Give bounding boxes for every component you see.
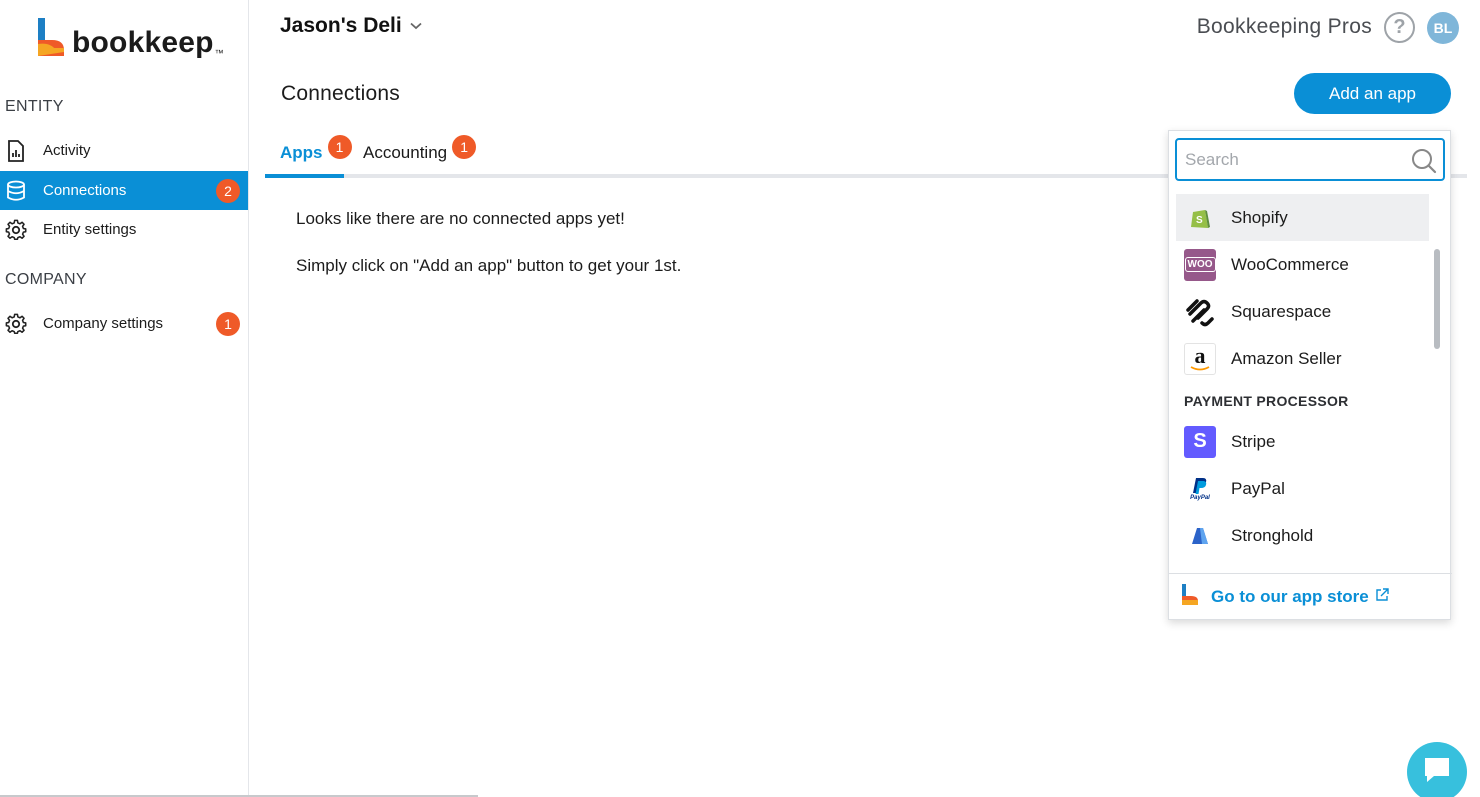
paypal-icon-text: PayPal [1190, 494, 1210, 501]
company-settings-badge: 1 [216, 312, 240, 336]
app-name: Shopify [1231, 207, 1288, 227]
amazon-icon: a [1184, 342, 1216, 375]
payment-processor-group-label: PAYMENT PROCESSOR [1184, 393, 1349, 409]
database-icon [5, 180, 27, 202]
woocommerce-icon: WOO [1184, 248, 1216, 281]
app-root: bookkeep ™ ENTITY Activity Connections 2… [0, 0, 1480, 797]
empty-state-hint: Simply click on "Add an app" button to g… [296, 256, 682, 275]
add-app-button[interactable]: Add an app [1294, 73, 1451, 114]
empty-state-message: Looks like there are no connected apps y… [296, 209, 625, 228]
sidebar-item-label: Activity [43, 142, 91, 159]
bookkeep-logo-mark-icon [36, 18, 66, 58]
app-name: PayPal [1231, 478, 1285, 498]
gear-icon [5, 313, 27, 335]
shopify-icon: S [1184, 202, 1216, 234]
page-title: Connections [281, 82, 400, 105]
sidebar-item-label: Entity settings [43, 221, 137, 238]
tab-label: Accounting [363, 143, 448, 162]
stripe-icon: S [1184, 425, 1216, 458]
app-name: Stronghold [1231, 525, 1314, 545]
tab-accounting[interactable]: Accounting 1 [363, 134, 477, 178]
gear-icon [5, 219, 27, 241]
app-name: WooCommerce [1231, 254, 1349, 274]
app-option-stronghold[interactable]: Stronghold [1176, 512, 1429, 559]
app-store-link[interactable]: Go to our app store [1211, 587, 1369, 607]
woocommerce-icon-text: WOO [1184, 257, 1216, 272]
app-option-squarespace[interactable]: Squarespace [1176, 288, 1429, 335]
company-section-label: COMPANY [5, 271, 87, 288]
sidebar-item-company-settings[interactable]: Company settings 1 [0, 304, 248, 343]
sidebar-item-entity-settings[interactable]: Entity settings [0, 210, 248, 249]
app-option-shopify[interactable]: S Shopify [1176, 194, 1429, 241]
entity-switcher[interactable]: Jason's Deli [280, 14, 422, 38]
entity-section-label: ENTITY [5, 98, 64, 115]
scrollbar-thumb[interactable] [1434, 249, 1440, 349]
sidebar-item-connections[interactable]: Connections 2 [0, 171, 248, 210]
stronghold-icon [1184, 520, 1216, 552]
entity-name: Jason's Deli [280, 14, 402, 37]
activity-report-icon [5, 139, 27, 162]
app-option-stripe[interactable]: S Stripe [1176, 418, 1429, 465]
sidebar-item-label: Connections [43, 182, 127, 199]
chat-support-button[interactable] [1407, 742, 1467, 797]
chevron-down-icon [410, 17, 422, 35]
external-link-icon [1375, 587, 1389, 607]
app-list: S Shopify WOO WooCommerce Squarespace a [1169, 187, 1452, 571]
paypal-icon: PayPal [1184, 473, 1216, 505]
app-list-scrollbar[interactable] [1433, 187, 1441, 571]
app-name: Amazon Seller [1231, 348, 1342, 368]
app-search-box [1175, 138, 1445, 181]
logo-text: bookkeep [72, 26, 214, 59]
logo-trademark: ™ [214, 48, 224, 58]
sidebar-item-label: Company settings [43, 315, 164, 332]
app-store-link-row[interactable]: Go to our app store [1169, 573, 1452, 620]
tab-badge: 1 [327, 135, 352, 159]
amazon-icon-letter: a [1194, 342, 1206, 368]
app-option-woocommerce[interactable]: WOO WooCommerce [1176, 241, 1429, 288]
user-avatar[interactable]: BL [1427, 12, 1459, 44]
app-search-input[interactable] [1185, 149, 1405, 170]
squarespace-icon [1184, 296, 1216, 328]
connections-count-badge: 2 [216, 179, 240, 203]
chat-bubble-icon [1422, 755, 1452, 790]
bookkeep-small-logo-icon [1181, 583, 1199, 611]
app-option-paypal[interactable]: PayPal PayPal [1176, 465, 1429, 512]
stripe-icon-letter: S [1193, 430, 1207, 452]
svg-text:S: S [1196, 215, 1203, 226]
help-icon[interactable]: ? [1384, 12, 1415, 43]
app-option-amazon-seller[interactable]: a Amazon Seller [1176, 335, 1429, 382]
sidebar-item-activity[interactable]: Activity [0, 131, 248, 170]
tab-apps[interactable]: Apps 1 [280, 134, 352, 178]
bookkeep-logo[interactable]: bookkeep ™ [36, 18, 224, 58]
sidebar: bookkeep ™ ENTITY Activity Connections 2… [0, 0, 249, 797]
active-tab-indicator [265, 174, 344, 178]
app-name: Squarespace [1231, 301, 1332, 321]
add-app-dropdown: S Shopify WOO WooCommerce Squarespace a [1168, 130, 1452, 620]
search-icon[interactable] [1411, 148, 1437, 179]
app-name: Stripe [1231, 431, 1276, 451]
organization-name: Bookkeeping Pros [1196, 15, 1372, 38]
tab-label: Apps [280, 143, 323, 162]
tab-badge: 1 [452, 135, 477, 159]
